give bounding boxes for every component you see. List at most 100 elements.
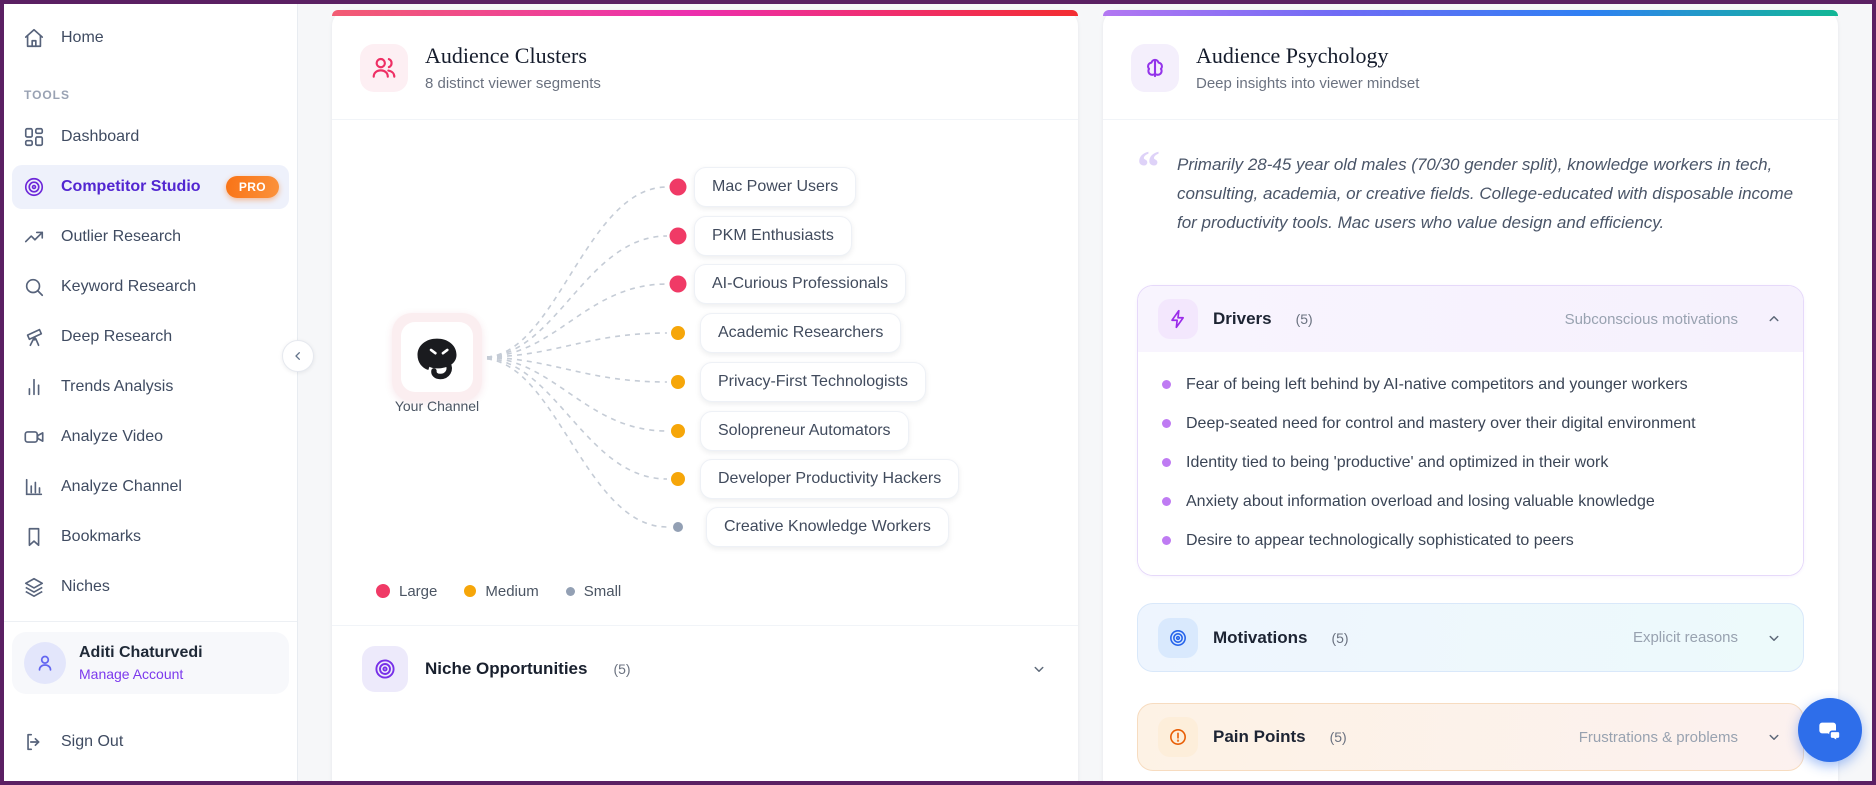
- sidebar-section-label: TOOLS: [24, 88, 70, 102]
- avatar: [24, 642, 66, 684]
- legend-item-large: Large: [376, 583, 437, 600]
- cluster-dot-medium: [671, 375, 685, 389]
- legend-item-medium: Medium: [464, 582, 539, 600]
- driver-text: Desire to appear technologically sophist…: [1186, 532, 1574, 549]
- sidebar-item-label: Competitor Studio: [61, 178, 201, 195]
- driver-item: Fear of being left behind by AI-native c…: [1162, 365, 1779, 404]
- sidebar-item-analyze-video[interactable]: Analyze Video: [12, 415, 289, 459]
- cluster-dot-medium: [671, 326, 685, 340]
- cluster-dot-medium: [671, 472, 685, 486]
- your-channel-node[interactable]: [392, 313, 482, 401]
- user-name: Aditi Chaturvedi: [79, 644, 203, 661]
- niche-opportunities-title: Niche Opportunities: [425, 659, 588, 678]
- chevron-down-icon: [1765, 629, 1783, 647]
- legend-item-small: Small: [565, 582, 622, 600]
- pain-points-title: Pain Points: [1213, 727, 1306, 746]
- log-out-icon: [22, 730, 46, 754]
- card-title: Audience Psychology: [1196, 43, 1389, 68]
- sidebar-item-label: Outlier Research: [61, 228, 182, 245]
- bullet-dot: [1162, 497, 1171, 506]
- alert-circle-icon: [1158, 717, 1198, 757]
- card-title: Audience Clusters: [425, 43, 587, 68]
- target-icon: [1158, 617, 1198, 658]
- trending-up-icon: [22, 225, 46, 249]
- layers-icon: [22, 575, 46, 599]
- sidebar-item-home[interactable]: Home: [12, 16, 289, 60]
- sidebar-item-dashboard[interactable]: Dashboard: [12, 115, 289, 159]
- app-window: Home TOOLS Dashboard Competitor Studio P…: [0, 0, 1876, 785]
- chevron-down-icon: [1765, 728, 1783, 746]
- quote-mark-icon: “: [1137, 141, 1160, 192]
- cluster-node[interactable]: Privacy-First Technologists: [700, 362, 926, 402]
- home-icon: [22, 26, 46, 50]
- driver-item: Identity tied to being 'productive' and …: [1162, 443, 1779, 482]
- cluster-node[interactable]: Academic Researchers: [700, 313, 902, 353]
- cluster-node[interactable]: Developer Productivity Hackers: [700, 459, 960, 499]
- sidebar-item-label: Dashboard: [61, 128, 140, 145]
- cluster-node[interactable]: AI-Curious Professionals: [694, 264, 907, 304]
- dashboard-grid-icon: [22, 125, 46, 149]
- cluster-dot-medium: [671, 424, 685, 438]
- audience-psychology-card: Audience Psychology Deep insights into v…: [1103, 10, 1838, 781]
- legend-label: Large: [399, 582, 438, 600]
- zap-icon: [1158, 299, 1198, 339]
- chevron-up-icon: [1765, 310, 1783, 328]
- legend-label: Medium: [485, 582, 539, 600]
- chat-bubbles-icon: [1814, 714, 1846, 746]
- psychology-body: “ Primarily 28-45 year old males (70/30 …: [1103, 141, 1838, 781]
- sidebar-item-outlier-research[interactable]: Outlier Research: [12, 215, 289, 259]
- manage-account-link[interactable]: Manage Account: [79, 666, 203, 682]
- pain-points-section[interactable]: Pain Points (5) Frustrations & problems: [1137, 703, 1804, 771]
- sign-out-button[interactable]: Sign Out: [12, 720, 289, 764]
- card-subtitle: 8 distinct viewer segments: [425, 75, 601, 92]
- sidebar-item-trends-analysis[interactable]: Trends Analysis: [12, 365, 289, 409]
- driver-text: Deep-seated need for control and mastery…: [1186, 415, 1696, 432]
- sidebar-item-bookmarks[interactable]: Bookmarks: [12, 515, 289, 559]
- sidebar-nav: Dashboard Competitor Studio PRO Outlier …: [4, 112, 297, 612]
- sidebar-item-niches[interactable]: Niches: [12, 565, 289, 609]
- cluster-node[interactable]: Creative Knowledge Workers: [706, 507, 949, 547]
- sidebar-item-label: Deep Research: [61, 328, 173, 345]
- bullet-dot: [1162, 458, 1171, 467]
- drivers-section: Drivers (5) Subconscious motivations Fea…: [1137, 285, 1804, 576]
- drivers-header[interactable]: Drivers (5) Subconscious motivations: [1138, 286, 1803, 352]
- drivers-list: Fear of being left behind by AI-native c…: [1138, 352, 1803, 575]
- sidebar-item-analyze-channel[interactable]: Analyze Channel: [12, 465, 289, 509]
- audience-summary-quote: “ Primarily 28-45 year old males (70/30 …: [1137, 141, 1804, 237]
- motivations-section[interactable]: Motivations (5) Explicit reasons: [1137, 603, 1804, 672]
- sidebar-item-competitor-studio[interactable]: Competitor Studio PRO: [12, 165, 289, 209]
- legend-label: Small: [583, 582, 622, 600]
- audience-clusters-card: Audience Clusters 8 distinct viewer segm…: [332, 10, 1078, 781]
- driver-text: Anxiety about information overload and l…: [1186, 493, 1655, 510]
- users-icon: [360, 43, 408, 92]
- motivations-title: Motivations: [1213, 627, 1308, 647]
- user-card[interactable]: Aditi Chaturvedi Manage Account: [12, 632, 289, 694]
- sidebar-collapse-button[interactable]: [282, 340, 314, 372]
- search-icon: [22, 275, 46, 299]
- sidebar-item-keyword-research[interactable]: Keyword Research: [12, 265, 289, 309]
- chat-launcher-button[interactable]: [1798, 698, 1862, 762]
- sidebar-item-label: Analyze Channel: [61, 478, 182, 495]
- cluster-dot-small: [673, 522, 683, 532]
- legend-dot-large: [376, 584, 390, 598]
- driver-text: Identity tied to being 'productive' and …: [1186, 454, 1609, 471]
- cluster-node[interactable]: PKM Enthusiasts: [694, 216, 852, 256]
- sign-out-label: Sign Out: [61, 733, 124, 750]
- drivers-count: (5): [1295, 311, 1313, 327]
- cluster-dot-large: [669, 275, 687, 293]
- your-channel-label: Your Channel: [394, 398, 480, 414]
- quote-text: Primarily 28-45 year old males (70/30 ge…: [1177, 155, 1794, 232]
- bullet-dot: [1162, 419, 1171, 428]
- cluster-node[interactable]: Solopreneur Automators: [700, 411, 909, 451]
- concentric-target-icon: [362, 646, 408, 692]
- video-camera-icon: [22, 425, 46, 449]
- bar-chart-icon: [22, 375, 46, 399]
- psychology-card-header: Audience Psychology Deep insights into v…: [1103, 16, 1838, 120]
- sidebar-divider: [4, 621, 297, 622]
- cluster-dot-large: [669, 178, 687, 196]
- sidebar-item-deep-research[interactable]: Deep Research: [12, 315, 289, 359]
- pro-badge: PRO: [225, 176, 279, 198]
- niche-opportunities-section[interactable]: Niche Opportunities (5): [332, 626, 1078, 712]
- brain-icon: [1131, 43, 1179, 92]
- cluster-node[interactable]: Mac Power Users: [694, 167, 857, 207]
